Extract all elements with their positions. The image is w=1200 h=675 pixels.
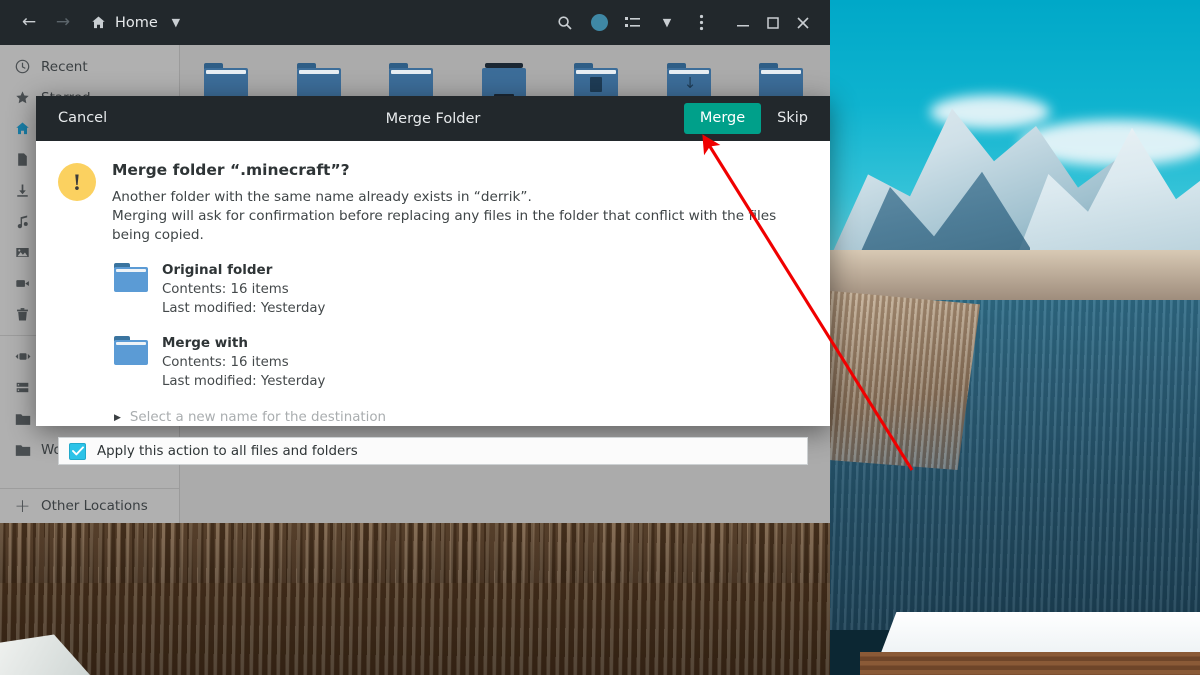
folder-contents: Contents: 16 items	[162, 355, 289, 370]
folder-contents: Contents: 16 items	[162, 282, 289, 297]
circle-indicator-icon[interactable]	[582, 8, 616, 38]
original-folder-info: Original folder Contents: 16 items Last …	[114, 261, 808, 318]
search-icon[interactable]	[548, 8, 582, 38]
checkmark-icon	[71, 446, 84, 456]
desktop-screen: ← → Home ▼ ▼ Recent + Other Locations ↓ …	[0, 0, 1200, 675]
chevron-down-icon[interactable]: ▼	[165, 8, 187, 38]
sidebar-item-label: Other Locations	[41, 498, 148, 514]
skip-button[interactable]: Skip	[763, 104, 822, 133]
clock-icon	[14, 58, 31, 75]
server-icon	[14, 379, 31, 396]
merge-button[interactable]: Merge	[683, 103, 762, 134]
download-icon	[14, 182, 31, 199]
plus-icon: +	[14, 495, 31, 517]
warning-exclamation-icon: !	[58, 163, 96, 201]
sidebar-other-locations-section: + Other Locations	[0, 488, 179, 523]
folder-modified: Last modified: Yesterday	[162, 301, 326, 316]
merge-with-folder-info: Merge with Contents: 16 items Last modif…	[114, 334, 808, 391]
folder-icon	[14, 410, 31, 427]
drive-icon	[14, 348, 31, 365]
forward-arrow-icon[interactable]: →	[46, 8, 80, 38]
merge-folder-dialog: Cancel Merge Folder Merge Skip ! Merge f…	[36, 96, 830, 465]
sidebar-item-label: Recent	[41, 58, 88, 75]
dialog-heading: Merge folder “.minecraft”?	[112, 161, 350, 179]
folder-icon	[114, 336, 148, 366]
dialog-header: Cancel Merge Folder Merge Skip	[36, 96, 830, 141]
dialog-description-line2: Merging will ask for confirmation before…	[112, 208, 777, 243]
chevron-down-icon[interactable]: ▼	[650, 8, 684, 38]
list-view-icon[interactable]	[616, 8, 650, 38]
video-camera-icon	[14, 275, 31, 292]
music-note-icon	[14, 213, 31, 230]
window-titlebar: ← → Home ▼ ▼	[0, 0, 830, 45]
home-icon	[88, 8, 108, 38]
home-icon	[14, 120, 31, 137]
triangle-right-icon: ▶	[114, 412, 121, 423]
checkbox[interactable]	[69, 442, 86, 460]
star-icon	[14, 89, 31, 106]
folder-title: Original folder	[162, 262, 273, 278]
image-icon	[14, 244, 31, 261]
wallpaper-tree-texture	[0, 523, 830, 583]
folder-icon	[114, 263, 148, 293]
wallpaper-cabin-wall	[860, 652, 1200, 675]
apply-to-all-checkbox-row[interactable]: Apply this action to all files and folde…	[58, 437, 808, 465]
breadcrumb-label: Home	[115, 14, 158, 31]
folder-title: Merge with	[162, 335, 248, 351]
maximize-icon[interactable]	[758, 8, 788, 38]
dialog-description-line1: Another folder with the same name alread…	[112, 189, 532, 205]
sidebar-item-recent[interactable]: Recent	[0, 51, 179, 82]
select-new-name-expander[interactable]: ▶ Select a new name for the destination	[114, 410, 808, 425]
breadcrumb[interactable]: Home ▼	[88, 8, 187, 38]
document-icon	[14, 151, 31, 168]
dialog-body: ! Merge folder “.minecraft”? Another fol…	[36, 141, 830, 425]
back-arrow-icon[interactable]: ←	[12, 8, 46, 38]
hamburger-menu-icon[interactable]	[684, 8, 718, 38]
sidebar-item-other-locations[interactable]: + Other Locations	[0, 489, 179, 523]
folder-modified: Last modified: Yesterday	[162, 374, 326, 389]
folder-icon	[14, 441, 31, 458]
checkbox-label: Apply this action to all files and folde…	[97, 443, 358, 459]
minimize-icon[interactable]	[728, 8, 758, 38]
close-icon[interactable]	[788, 8, 818, 38]
cancel-button[interactable]: Cancel	[44, 104, 121, 133]
wallpaper-forest-light	[820, 290, 980, 470]
expander-label: Select a new name for the destination	[129, 410, 387, 425]
trash-icon	[14, 306, 31, 323]
